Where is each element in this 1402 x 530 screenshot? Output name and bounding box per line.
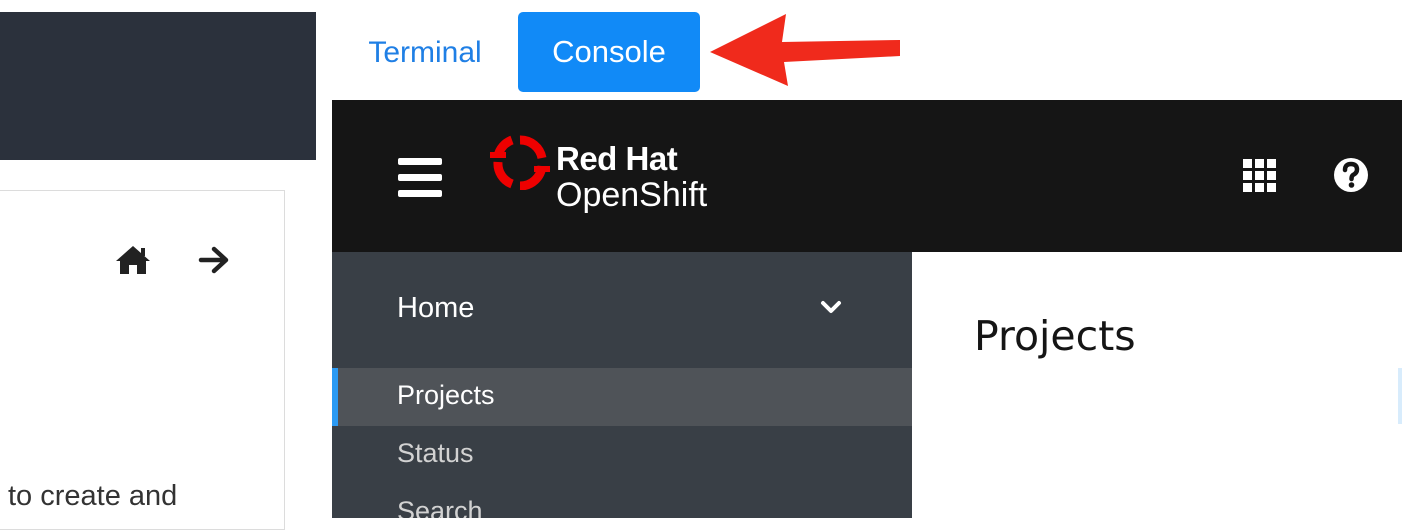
brand-name: Red Hat — [556, 140, 678, 177]
masthead: Red Hat OpenShift — [332, 100, 1402, 252]
help-question-icon[interactable] — [1332, 156, 1370, 194]
chevron-down-icon[interactable] — [820, 300, 842, 316]
instructions-text: to create and — [8, 480, 178, 512]
instructions-card — [0, 190, 285, 530]
sidebar-item-status[interactable]: Status — [332, 426, 912, 484]
arrow-right-icon[interactable] — [198, 246, 230, 274]
sidebar-item-label: Search — [397, 496, 483, 518]
sidebar-nav: Home Projects Status Search — [332, 252, 912, 518]
sidebar-item-projects[interactable]: Projects — [332, 368, 912, 426]
tab-terminal[interactable]: Terminal — [350, 18, 500, 88]
sidebar-item-search[interactable]: Search — [332, 484, 912, 518]
page-title: Projects — [974, 312, 1136, 360]
console-frame: Red Hat OpenShift Home Projects Status S… — [332, 100, 1402, 518]
hamburger-icon[interactable] — [398, 158, 442, 198]
brand-product: OpenShift — [556, 176, 708, 214]
nav-section-label: Home — [397, 292, 475, 324]
sidebar-item-label: Projects — [397, 380, 495, 410]
nav-section-home[interactable]: Home — [332, 282, 912, 336]
scroll-edge-indicator — [1398, 368, 1402, 424]
app-launcher-grid-icon[interactable] — [1242, 158, 1278, 194]
red-arrow-icon — [710, 14, 900, 86]
sidebar-item-label: Status — [397, 438, 474, 468]
main-content: Projects — [912, 252, 1402, 518]
home-icon[interactable] — [114, 244, 152, 276]
tab-console[interactable]: Console — [518, 12, 700, 92]
redhat-logo-icon[interactable] — [490, 134, 550, 190]
instructions-header-bar — [0, 12, 316, 160]
